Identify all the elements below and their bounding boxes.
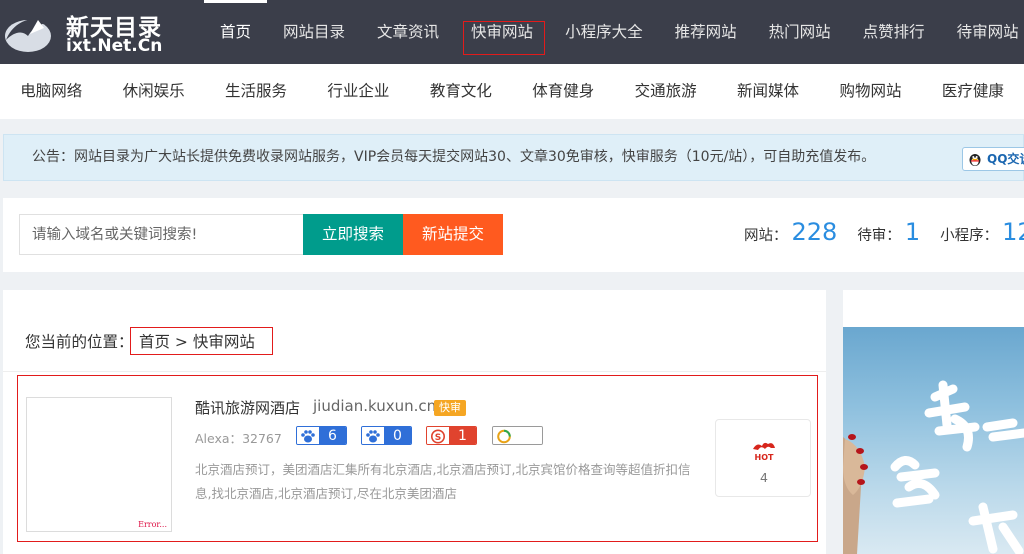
breadcrumb-label: 您当前的位置： <box>25 333 134 351</box>
stat-sites-label: 网站： <box>744 228 788 244</box>
top-navbar: 新天目录 ixt.Net.Cn 首页 网站目录 文章资讯 快审网站 小程序大全 … <box>0 0 1024 64</box>
category-bar: 电脑网络 休闲娱乐 生活服务 行业企业 教育文化 体育健身 交通旅游 新闻媒体 … <box>0 64 1024 119</box>
breadcrumb-highlight-box: 首页 > 快审网站 <box>130 327 273 355</box>
site-thumbnail[interactable]: Error... <box>26 397 172 532</box>
nav-directory[interactable]: 网站目录 <box>267 0 361 64</box>
qq-chat-button[interactable]: QQ交谈 <box>962 147 1024 171</box>
sidebar-ad-banner[interactable] <box>843 327 1024 554</box>
alexa-rank: Alexa：32767 <box>195 428 282 447</box>
alexa-value: 32767 <box>242 431 282 446</box>
so360-icon: S <box>427 427 449 444</box>
site-description: 北京酒店预订，美团酒店汇集所有北京酒店,北京酒店预订,北京宾馆价格查询等超值折扣… <box>195 462 691 501</box>
fast-review-tag: 快审 <box>434 400 466 416</box>
svg-text:HOT: HOT <box>755 453 774 462</box>
search-input[interactable] <box>19 214 303 255</box>
site-stats: 网站： 228 待审： 1 小程序： 12 <box>744 218 1024 254</box>
nav-pending[interactable]: 待审网站 <box>941 0 1024 64</box>
qq-chat-label: QQ交谈 <box>987 152 1024 166</box>
stat-miniprogram-value[interactable]: 12 <box>1002 218 1024 246</box>
nav-articles[interactable]: 文章资讯 <box>361 0 455 64</box>
sogou-weight-badge[interactable] <box>492 426 543 445</box>
baidu-pc-weight-value: 6 <box>319 427 346 444</box>
alexa-label: Alexa： <box>195 431 243 446</box>
announcement-bar: 公告：网站目录为广大站长提供免费收录网站服务，VIP会员每天提交网站30、文章3… <box>3 134 1024 181</box>
baidu-mobile-weight-badge[interactable]: 0 <box>361 426 412 445</box>
category-item[interactable]: 电脑网络 <box>0 64 102 119</box>
stat-pending-label: 待审： <box>857 228 901 244</box>
nav-mini-programs[interactable]: 小程序大全 <box>549 0 659 64</box>
nav-popular[interactable]: 热门网站 <box>753 0 847 64</box>
nav-home[interactable]: 首页 <box>204 0 268 64</box>
nav-likes-ranking[interactable]: 点赞排行 <box>847 0 941 64</box>
search-button[interactable]: 立即搜索 <box>303 214 403 255</box>
category-item[interactable]: 教育文化 <box>410 64 512 119</box>
hot-like-button[interactable]: HOT 4 <box>715 419 811 497</box>
baidu-paw-icon <box>297 427 319 444</box>
category-item[interactable]: 生活服务 <box>205 64 307 119</box>
baidu-paw-icon <box>362 427 384 444</box>
svg-text:S: S <box>435 433 441 443</box>
category-item[interactable]: 医疗健康 <box>922 64 1024 119</box>
sogou-weight-value <box>515 427 542 444</box>
category-item[interactable]: 购物网站 <box>819 64 921 119</box>
announcement-text: 公告：网站目录为广大站长提供免费收录网站服务，VIP会员每天提交网站30、文章3… <box>32 149 876 165</box>
main-content: 您当前的位置： 首页 > 快审网站 Error... 酷讯旅游网酒店 jiudi… <box>3 290 826 554</box>
breadcrumb-path[interactable]: 首页 > 快审网站 <box>139 330 255 352</box>
site-name-link[interactable]: 酷讯旅游网酒店 <box>195 397 300 418</box>
site-domain[interactable]: jiudian.kuxun.cn <box>313 397 436 415</box>
site-list-item: Error... 酷讯旅游网酒店 jiudian.kuxun.cn 快审 Ale… <box>17 375 818 542</box>
logo-domain: ixt.Net.Cn <box>66 36 163 56</box>
sogou-icon <box>493 427 515 444</box>
so360-weight-badge[interactable]: S 1 <box>426 426 477 445</box>
search-panel: 立即搜索 新站提交 网站： 228 待审： 1 小程序： 12 <box>3 198 1024 272</box>
nav-fast-review[interactable]: 快审网站 <box>455 0 549 64</box>
category-item[interactable]: 休闲娱乐 <box>102 64 204 119</box>
breadcrumb: 您当前的位置： 首页 > 快审网站 <box>3 316 826 372</box>
category-item[interactable]: 交通旅游 <box>614 64 716 119</box>
stat-pending-value[interactable]: 1 <box>905 218 920 246</box>
nav-recommended[interactable]: 推荐网站 <box>659 0 753 64</box>
qq-penguin-icon <box>969 154 981 166</box>
hot-count: 4 <box>760 470 768 485</box>
logo-mark-icon <box>5 18 54 52</box>
stat-miniprogram-label: 小程序： <box>940 228 999 244</box>
so360-weight-value: 1 <box>449 427 476 444</box>
category-item[interactable]: 行业企业 <box>307 64 409 119</box>
sidebar <box>843 290 1024 554</box>
submit-site-button[interactable]: 新站提交 <box>403 214 503 255</box>
category-item[interactable]: 新闻媒体 <box>717 64 819 119</box>
thumbnail-error-text: Error... <box>138 520 167 529</box>
site-logo[interactable]: 新天目录 ixt.Net.Cn <box>4 6 164 58</box>
baidu-pc-weight-badge[interactable]: 6 <box>296 426 347 445</box>
stat-sites-value[interactable]: 228 <box>792 218 838 246</box>
baidu-mobile-weight-value: 0 <box>384 427 411 444</box>
main-nav: 首页 网站目录 文章资讯 快审网站 小程序大全 推荐网站 热门网站 点赞排行 待… <box>204 0 1024 64</box>
ad-artwork-icon <box>843 380 1024 554</box>
category-item[interactable]: 体育健身 <box>512 64 614 119</box>
hot-icon: HOT <box>753 442 775 462</box>
